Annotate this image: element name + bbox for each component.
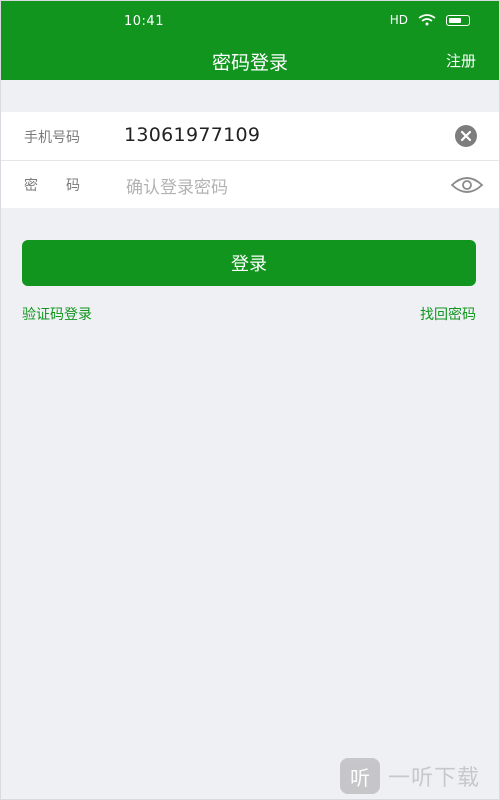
password-row: 密 码 确认登录密码 bbox=[0, 160, 500, 208]
watermark-logo: 听 bbox=[340, 758, 380, 794]
recover-password-link[interactable]: 找回密码 bbox=[420, 304, 476, 324]
phone-label: 手机号码 bbox=[24, 130, 80, 146]
register-link[interactable]: 注册 bbox=[446, 50, 476, 71]
password-input[interactable]: 确认登录密码 bbox=[126, 173, 228, 198]
battery-icon bbox=[446, 14, 470, 26]
status-time: 10:41 bbox=[124, 14, 164, 29]
page-title: 密码登录 bbox=[211, 52, 288, 74]
status-bar: 10:41 HD bbox=[0, 0, 500, 40]
phone-row: 手机号码 13061977109 bbox=[0, 112, 500, 161]
clear-icon[interactable] bbox=[454, 124, 478, 148]
watermark: 听 一听下载 bbox=[340, 758, 480, 794]
phone-input[interactable]: 13061977109 bbox=[124, 124, 260, 146]
login-button[interactable]: 登录 bbox=[22, 240, 476, 286]
network-indicator: HD bbox=[389, 13, 408, 27]
password-label: 密 码 bbox=[24, 178, 80, 194]
sms-login-link[interactable]: 验证码登录 bbox=[22, 304, 92, 324]
status-indicators: HD bbox=[390, 13, 470, 27]
eye-icon[interactable] bbox=[450, 175, 484, 195]
login-form: 手机号码 13061977109 密 码 确认登录密码 bbox=[0, 112, 500, 208]
watermark-text: 一听下载 bbox=[388, 766, 481, 791]
wifi-icon bbox=[418, 14, 436, 26]
nav-bar: 密码登录 注册 bbox=[0, 40, 500, 80]
